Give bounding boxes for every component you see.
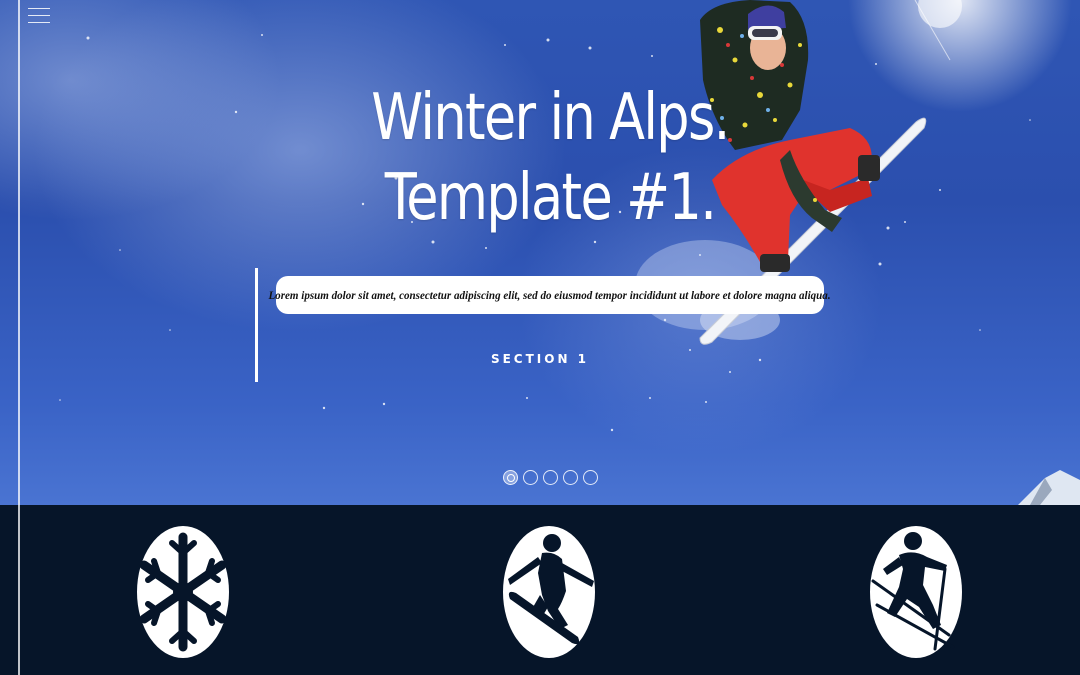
slider-pagination — [503, 470, 598, 485]
hero-background-image — [59, 0, 1080, 505]
snowflake-icon[interactable] — [136, 525, 230, 659]
slider-dot-5[interactable] — [583, 470, 598, 485]
slider-dot-4[interactable] — [563, 470, 578, 485]
hamburger-menu-icon[interactable] — [28, 8, 50, 28]
hero-section: Winter in Alps. Template #1. Lorem ipsum… — [0, 0, 1080, 505]
slider-dot-3[interactable] — [543, 470, 558, 485]
hero-title: Winter in Alps. Template #1. — [371, 81, 730, 235]
lead-text: Lorem ipsum dolor sit amet, consectetur … — [268, 287, 832, 302]
quote-accent-rule — [255, 268, 258, 382]
features-band — [0, 505, 1080, 675]
slider-dot-2[interactable] — [523, 470, 538, 485]
slider-dot-1[interactable] — [503, 470, 518, 485]
skier-icon[interactable] — [869, 525, 963, 659]
lead-text-box: Lorem ipsum dolor sit amet, consectetur … — [269, 276, 831, 314]
snowboarder-icon[interactable] — [502, 525, 596, 659]
left-vertical-rule — [18, 0, 20, 675]
section-1-link[interactable]: SECTION 1 — [470, 352, 610, 366]
